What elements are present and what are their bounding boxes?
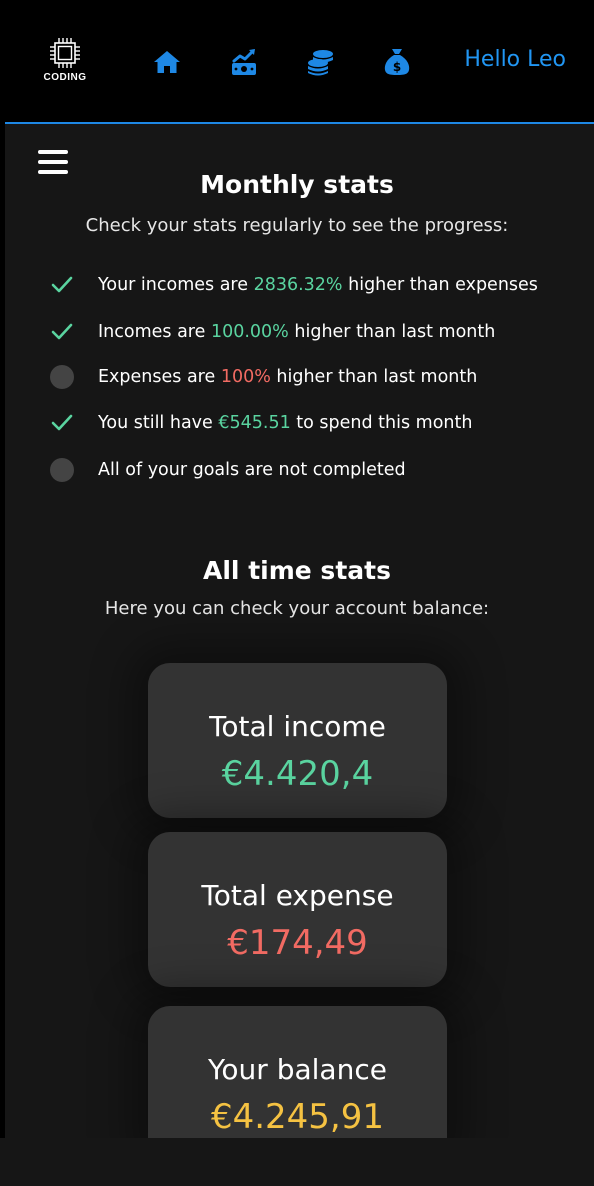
stat-text: Expenses are 100% higher than last month (98, 367, 478, 387)
svg-text:$: $ (393, 60, 401, 74)
card-label: Your balance (208, 1053, 387, 1086)
monthly-stats-title: Monthly stats (200, 170, 394, 199)
bottom-fade (0, 1138, 594, 1186)
check-icon (48, 318, 76, 346)
status-dot-icon (48, 456, 76, 484)
check-icon (48, 409, 76, 437)
greeting-link[interactable]: Hello Leo (464, 47, 566, 72)
stat-text: Incomes are 100.00% higher than last mon… (98, 322, 496, 342)
monthly-stats-subtitle: Check your stats regularly to see the pr… (85, 215, 509, 236)
total-expense-card: Total expense €174,49 (148, 832, 447, 987)
page: CODING $ Hello Leo Monthly stats Check y… (0, 0, 594, 1186)
stat-text: Your incomes are 2836.32% higher than ex… (98, 275, 538, 295)
coins-icon[interactable] (305, 46, 337, 78)
chip-icon (50, 38, 80, 68)
check-icon (48, 271, 76, 299)
stat-row-goals: All of your goals are not completed (48, 455, 588, 485)
card-value: €4.245,91 (210, 1097, 385, 1137)
card-label: Total expense (201, 879, 394, 912)
stat-text: All of your goals are not completed (98, 460, 406, 480)
all-time-stats-title: All time stats (203, 556, 391, 585)
stat-row-expenses-vs-last-month: Expenses are 100% higher than last month (48, 362, 588, 392)
total-income-card: Total income €4.420,4 (148, 663, 447, 818)
stat-row-income-vs-last-month: Incomes are 100.00% higher than last mon… (48, 317, 588, 347)
stat-row-left-to-spend: You still have €545.51 to spend this mon… (48, 408, 588, 438)
card-value: €4.420,4 (221, 754, 374, 794)
stat-row-income-vs-expense: Your incomes are 2836.32% higher than ex… (48, 270, 588, 300)
home-icon[interactable] (151, 46, 183, 78)
top-navbar: CODING $ Hello Leo (5, 0, 594, 124)
logo-text: CODING (43, 72, 87, 83)
all-time-stats-subtitle: Here you can check your account balance: (104, 598, 490, 619)
stat-value: 2836.32% (253, 275, 343, 295)
money-bag-icon[interactable]: $ (381, 46, 413, 78)
money-chart-icon[interactable] (228, 46, 260, 78)
stat-text: You still have €545.51 to spend this mon… (98, 413, 473, 433)
stat-value: €545.51 (218, 413, 291, 433)
stat-value: 100.00% (210, 322, 289, 342)
status-dot-icon (48, 363, 76, 391)
card-value: €174,49 (227, 923, 368, 963)
stat-value: 100% (220, 367, 271, 387)
card-label: Total income (209, 710, 386, 743)
logo[interactable]: CODING (38, 36, 92, 83)
